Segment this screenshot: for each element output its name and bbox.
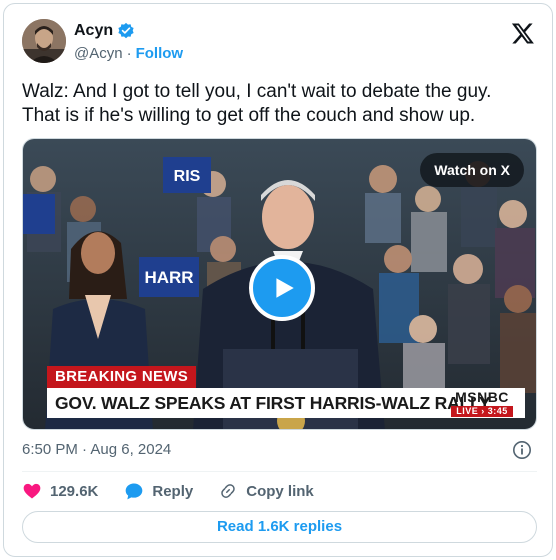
heart-icon — [23, 483, 41, 499]
divider — [22, 471, 537, 472]
reply-bubble-icon — [126, 483, 143, 500]
network-logo: MSNBC — [455, 389, 509, 405]
reply-button[interactable]: Reply — [124, 481, 193, 501]
news-chyron: GOV. WALZ SPEAKS AT FIRST HARRIS-WALZ RA… — [47, 388, 525, 418]
tweet-timestamp[interactable]: 6:50 PM · Aug 6, 2024 — [22, 441, 171, 458]
x-logo-icon[interactable] — [511, 21, 535, 45]
copy-link-button[interactable]: Copy link — [218, 481, 314, 501]
action-bar: 129.6K Reply Copy link — [22, 481, 314, 501]
network-bug: MSNBC LIVE › 3:45 — [439, 388, 525, 418]
like-button[interactable]: 129.6K — [22, 481, 98, 501]
play-icon — [276, 278, 294, 298]
reply-label: Reply — [152, 482, 194, 500]
author-display-name[interactable]: Acyn — [74, 22, 113, 40]
like-count: 129.6K — [50, 482, 99, 500]
tweet-card: Acyn @Acyn · Follow Walz: And I got to t… — [3, 3, 553, 557]
author-name-row: Acyn — [74, 22, 135, 40]
chyron-headline: GOV. WALZ SPEAKS AT FIRST HARRIS-WALZ RA… — [55, 392, 491, 413]
copy-link-label: Copy link — [246, 482, 314, 500]
info-icon[interactable] — [512, 440, 532, 460]
avatar[interactable] — [22, 19, 66, 63]
sign-mid-text: HARR — [144, 268, 193, 287]
live-indicator: LIVE › 3:45 — [451, 406, 513, 417]
link-icon — [221, 484, 236, 498]
author-handle-row: @Acyn · Follow — [74, 45, 183, 62]
handle-separator: · — [126, 45, 132, 62]
follow-button[interactable]: Follow — [136, 45, 184, 62]
sign-left-text: RIS — [174, 168, 201, 185]
tweet-text: Walz: And I got to tell you, I can't wai… — [22, 81, 492, 126]
verified-badge-icon — [117, 22, 135, 40]
video-player[interactable]: RIS HARR Watch on X BREAKING NEWS GOV. W… — [22, 138, 537, 430]
breaking-news-label: BREAKING NEWS — [47, 366, 197, 388]
watch-on-x-button[interactable]: Watch on X — [420, 153, 524, 187]
author-handle[interactable]: @Acyn — [74, 45, 123, 62]
read-replies-button[interactable]: Read 1.6K replies — [22, 511, 537, 543]
play-button[interactable] — [249, 255, 315, 321]
